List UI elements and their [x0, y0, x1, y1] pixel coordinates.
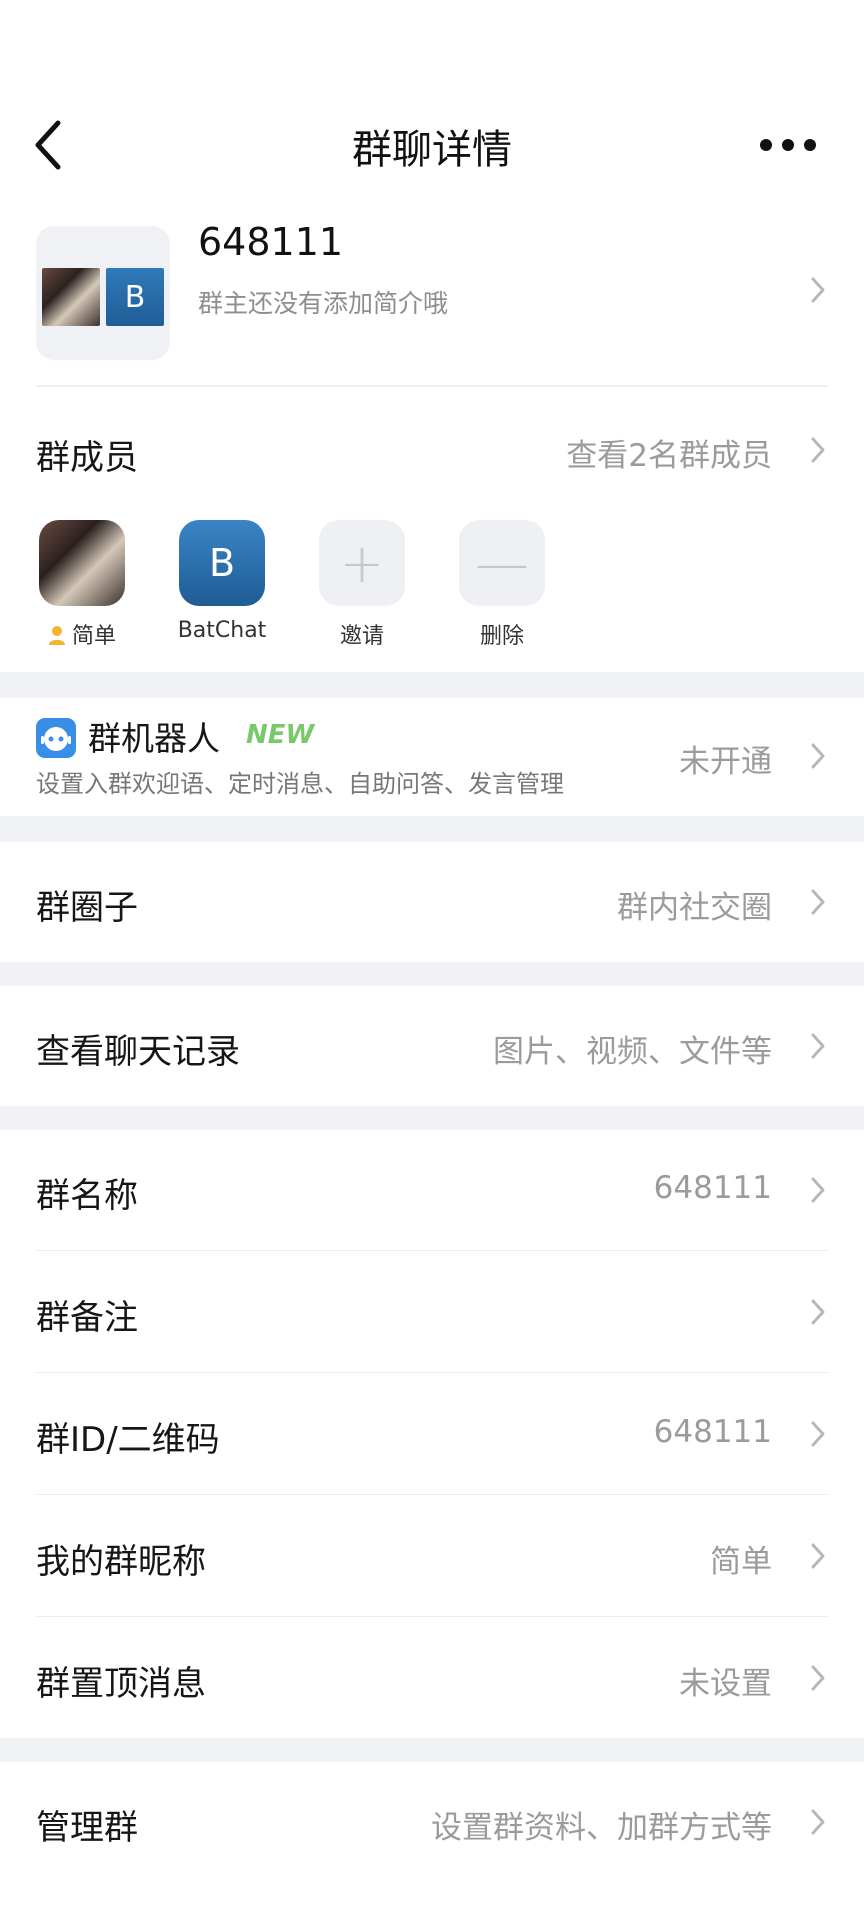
chevron-right-icon	[811, 889, 825, 915]
divider	[36, 1250, 828, 1251]
row-label: 群名称	[36, 1176, 138, 1216]
manage-group-row[interactable]: 管理群 设置群资料、加群方式等	[0, 1762, 864, 1882]
member-item[interactable]: B BatChat	[167, 520, 277, 643]
chevron-right-icon	[811, 1665, 825, 1691]
divider	[36, 1494, 828, 1495]
group-name: 648111	[198, 220, 344, 264]
row-label: 群备注	[36, 1298, 138, 1338]
group-description: 群主还没有添加简介哦	[198, 289, 449, 318]
row-value: 648111	[653, 1170, 772, 1206]
section-separator	[0, 1106, 864, 1130]
members-label: 群成员	[36, 438, 138, 478]
chevron-right-icon	[811, 277, 825, 303]
more-options-icon[interactable]	[758, 137, 818, 153]
my-group-nickname-row[interactable]: 我的群昵称 简单	[0, 1496, 864, 1616]
section-separator	[0, 962, 864, 986]
robot-description: 设置入群欢迎语、定时消息、自助问答、发言管理	[36, 770, 564, 798]
group-remark-row[interactable]: 群备注	[0, 1252, 864, 1372]
row-value: 简单	[710, 1544, 772, 1580]
row-label: 群置顶消息	[36, 1664, 206, 1704]
row-value: 未设置	[679, 1666, 772, 1702]
chevron-right-icon	[811, 1809, 825, 1835]
members-row[interactable]: 群成员 查看2名群成员	[0, 420, 864, 480]
new-badge: NEW	[246, 720, 315, 750]
delete-label: 删除	[479, 624, 524, 649]
group-details-page: 群聊详情 B 648111 群主还没有添加简介哦 群成员 查看2名群成员 简单	[0, 0, 864, 1920]
chevron-right-icon	[811, 1033, 825, 1059]
section-separator	[0, 816, 864, 842]
divider	[36, 385, 828, 387]
chevron-right-icon	[811, 1421, 825, 1447]
section-separator	[0, 672, 864, 698]
pinned-message-row[interactable]: 群置顶消息 未设置	[0, 1618, 864, 1738]
row-value: 设置群资料、加群方式等	[431, 1810, 772, 1846]
section-separator	[0, 1738, 864, 1762]
divider	[36, 1616, 828, 1617]
member-name: 简单	[71, 624, 116, 649]
delete-member-button[interactable]: — 删除	[447, 520, 557, 650]
row-label: 群ID/二维码	[36, 1420, 220, 1460]
chevron-right-icon	[811, 1543, 825, 1569]
chevron-right-icon	[811, 743, 825, 769]
person-icon	[48, 626, 65, 645]
member-item[interactable]: 简单	[27, 520, 137, 650]
chat-history-row[interactable]: 查看聊天记录 图片、视频、文件等	[0, 986, 864, 1106]
row-value: 群内社交圈	[617, 890, 772, 926]
group-profile[interactable]: B 648111 群主还没有添加简介哦	[0, 220, 864, 370]
member-photo-thumbnail	[42, 268, 100, 326]
group-name-row[interactable]: 群名称 648111	[0, 1130, 864, 1250]
group-avatar: B	[36, 226, 170, 360]
group-id-qrcode-row[interactable]: 群ID/二维码 648111	[0, 1374, 864, 1494]
member-avatar-letter: B	[179, 520, 265, 606]
row-label: 我的群昵称	[36, 1542, 206, 1582]
robot-title: 群机器人	[88, 719, 220, 758]
page-title: 群聊详情	[352, 127, 512, 173]
chevron-right-icon	[811, 1299, 825, 1325]
member-avatar-photo	[39, 520, 125, 606]
group-robot-row[interactable]: 群机器人 NEW 设置入群欢迎语、定时消息、自助问答、发言管理 未开通	[0, 698, 864, 816]
row-value: 648111	[653, 1414, 772, 1450]
member-name: BatChat	[177, 618, 267, 643]
top-bar: 群聊详情	[0, 95, 864, 195]
member-letter-thumbnail: B	[106, 268, 164, 326]
plus-icon: +	[319, 520, 405, 606]
members-summary: 查看2名群成员	[566, 438, 772, 474]
chevron-right-icon	[811, 1177, 825, 1203]
row-value: 图片、视频、文件等	[493, 1034, 772, 1070]
invite-member-button[interactable]: + 邀请	[307, 520, 417, 650]
chevron-right-icon	[811, 437, 825, 463]
robot-icon	[36, 718, 76, 758]
row-label: 群圈子	[36, 888, 138, 928]
invite-label: 邀请	[339, 624, 384, 649]
robot-status: 未开通	[679, 744, 772, 780]
row-label: 管理群	[36, 1808, 138, 1848]
row-label: 查看聊天记录	[36, 1032, 240, 1072]
group-circle-row[interactable]: 群圈子 群内社交圈	[0, 842, 864, 962]
divider	[36, 1372, 828, 1373]
minus-icon: —	[459, 520, 545, 606]
